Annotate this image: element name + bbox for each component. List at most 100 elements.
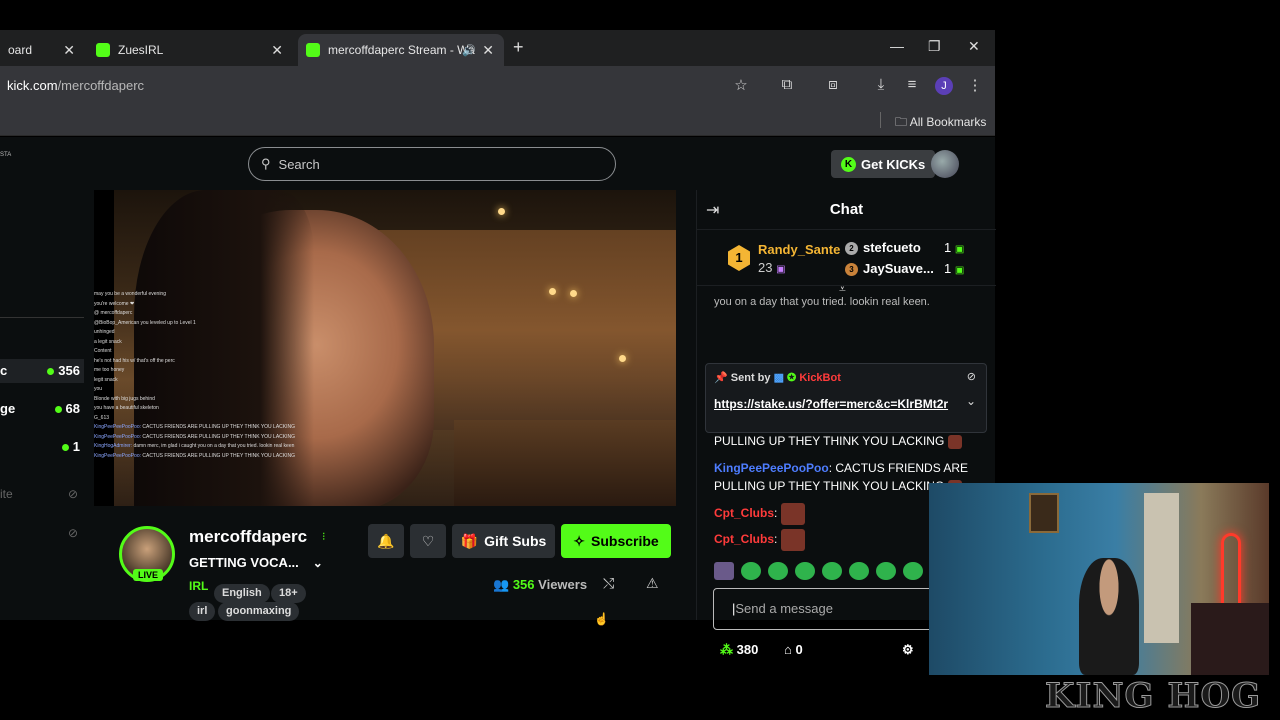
extensions-icon[interactable]: ⧉ [777, 76, 797, 93]
hidden-eye-icon: ⊘ [67, 526, 78, 540]
all-bookmarks-button[interactable]: 🗀 All Bookmarks [895, 113, 986, 134]
url-path: /mercoffdaperc [57, 78, 145, 93]
category-link[interactable]: IRL [189, 579, 208, 593]
chair [1191, 603, 1269, 675]
tab-zuesirl[interactable]: ZuesIRL ✕ [88, 34, 293, 66]
kicks-logo-icon: K [841, 156, 856, 172]
close-icon[interactable]: ✕ [63, 42, 75, 59]
channel-points[interactable]: ⌂ 0 [784, 642, 803, 657]
streamer-name[interactable]: mercoffdaperc [189, 527, 307, 547]
download-icon[interactable]: ⤓ [871, 76, 891, 93]
close-icon[interactable]: ✕ [482, 42, 494, 59]
video-overlay-chat-line: legit snack [94, 376, 324, 386]
new-tab-button[interactable]: + [513, 37, 524, 58]
video-player[interactable]: may you be a wonderful evening you're we… [94, 190, 676, 506]
tab-label: mercoffdaperc Stream - Wa [328, 43, 475, 57]
sidebar-channel-offline[interactable]: ite ⊘ [0, 487, 84, 501]
gift-icon: 🎁 [460, 532, 479, 549]
chat-settings-icon[interactable]: ⚙ [902, 642, 914, 658]
video-overlay-chat-line: @ mercoffdaperc [94, 309, 324, 319]
tab-dashboard[interactable]: oard ✕ [0, 34, 85, 66]
stream-title-text: GETTING VOCA... [189, 555, 299, 570]
sidebar-divider [0, 317, 84, 318]
tag-pill[interactable]: 18+ [271, 584, 306, 603]
get-kicks-button[interactable]: K Get KICKs [831, 150, 936, 178]
tag-pill[interactable]: irl [189, 602, 216, 621]
sidebar-channel[interactable]: c 356 [0, 359, 84, 383]
close-icon[interactable]: ✕ [271, 42, 283, 59]
chat-username[interactable]: KingPeePeePooPoo [714, 461, 829, 475]
stream-title[interactable]: GETTING VOCA... ⌄ [189, 555, 323, 570]
chat-input-placeholder: Send a message [735, 601, 833, 616]
emote-icon[interactable] [795, 562, 815, 580]
star-icon[interactable]: ☆ [731, 76, 751, 94]
emote-icon[interactable] [768, 562, 788, 580]
pinned-message[interactable]: 📌 Sent by ▩ ✪ KickBot ⊘ ⌄ https://stake.… [705, 363, 987, 433]
emote-icon[interactable] [876, 562, 896, 580]
media-icon[interactable]: ≡ [902, 76, 922, 93]
emote-icon[interactable] [903, 562, 923, 580]
subscribe-button[interactable]: ✧ Subscribe [561, 524, 671, 558]
gift-subs-label: Gift Subs [484, 533, 547, 549]
verified-icon: ⁝ [322, 531, 326, 543]
profile-avatar[interactable]: J [935, 77, 953, 95]
notification-bell-button[interactable]: 🔔 [368, 524, 404, 558]
sidebar-channel[interactable]: ge 68 [0, 399, 84, 419]
chat-username[interactable]: Cpt_Clubs [714, 506, 774, 520]
gifter-name: stefcueto [863, 240, 921, 255]
video-overlay-chat-line: Blonde with big jugs behind [94, 395, 324, 405]
gift-icon: ▣ [954, 265, 965, 276]
hidden-eye-icon: ⊘ [67, 487, 78, 501]
overlay-chat-username: KingPeePeePooPoo: [94, 424, 141, 430]
cast-icon[interactable]: ⧈ [823, 76, 843, 93]
search-input[interactable]: ⚲ Search [248, 147, 616, 181]
pin-icon: 📌 [714, 372, 728, 384]
menu-icon[interactable]: ⋮ [965, 76, 985, 94]
gift-count: 23 [758, 260, 773, 275]
leaderboard-divider [697, 285, 996, 286]
speaker-icon[interactable]: 🔊 [462, 44, 476, 57]
door [1144, 493, 1179, 643]
share-icon[interactable]: ⤭ [603, 575, 614, 592]
gifter-row[interactable]: 3 JaySuave... [845, 261, 934, 277]
emote-icon[interactable] [849, 562, 869, 580]
restaurant-table [454, 420, 676, 506]
follow-button[interactable]: ♡ [410, 524, 446, 558]
gift-subs-button[interactable]: 🎁 Gift Subs [452, 524, 555, 558]
chevron-down-icon[interactable]: ⌄ [313, 556, 323, 570]
sidebar-channel[interactable]: 1 [0, 437, 84, 457]
overlay-chat-text: a legit snack [94, 338, 122, 345]
chevron-down-icon[interactable]: ⌄ [966, 394, 976, 408]
all-bookmarks-label: All Bookmarks [909, 115, 987, 129]
user-avatar[interactable] [931, 150, 959, 178]
kicks-balance[interactable]: ⁂ 380 [720, 642, 758, 658]
tag-pill[interactable]: goonmaxing [218, 602, 300, 621]
top-gifter-name[interactable]: Randy_Sante [758, 242, 840, 257]
emote-icon[interactable] [714, 562, 734, 580]
gifter-row[interactable]: 2 stefcueto [845, 240, 921, 256]
minimize-icon[interactable]: — [890, 38, 904, 54]
emote-icon[interactable] [822, 562, 842, 580]
video-overlay-chat-line: KingHogAdmirer: damn merc, im glad i cau… [94, 442, 324, 452]
sent-by-label: Sent by [730, 372, 771, 384]
chat-username[interactable]: Cpt_Clubs [714, 532, 774, 546]
address-bar[interactable]: kick.com/mercoffdaperc ☆ ⧉ ⧈ ⤓ ≡ ⋮ [0, 66, 995, 106]
unpin-icon[interactable]: ⊘ [967, 370, 976, 383]
tab-mercoffdaperc[interactable]: mercoffdaperc Stream - Wa 🔊 ✕ [298, 34, 504, 66]
sidebar-channel-label: ge [0, 401, 16, 416]
chat-message-partial: you on a day that you tried. lookin real… [714, 296, 930, 308]
overlay-chat-text: damn merc, im glad i caught you on a day… [133, 443, 295, 449]
top-gifter-badge-icon: 1 [728, 245, 750, 271]
url-text[interactable]: kick.com/mercoffdaperc [7, 78, 144, 93]
gifter-count: 1 ▣ [944, 261, 964, 276]
tag-pill[interactable]: English [214, 584, 270, 603]
chat-message: PULLING UP THEY THINK YOU LACKING [714, 432, 969, 450]
close-window-icon[interactable]: ✕ [968, 38, 980, 55]
emote-icon[interactable] [741, 562, 761, 580]
restore-icon[interactable]: ❐ [928, 38, 941, 55]
overlay-chat-text: @ mercoffdaperc [94, 310, 133, 316]
pinned-link[interactable]: https://stake.us/?offer=merc&c=KlrBMt2r [714, 396, 954, 413]
report-icon[interactable]: ⚠ [646, 575, 659, 592]
channel-points-value: 0 [795, 642, 803, 657]
viewer-count-label: Viewers [538, 577, 588, 592]
